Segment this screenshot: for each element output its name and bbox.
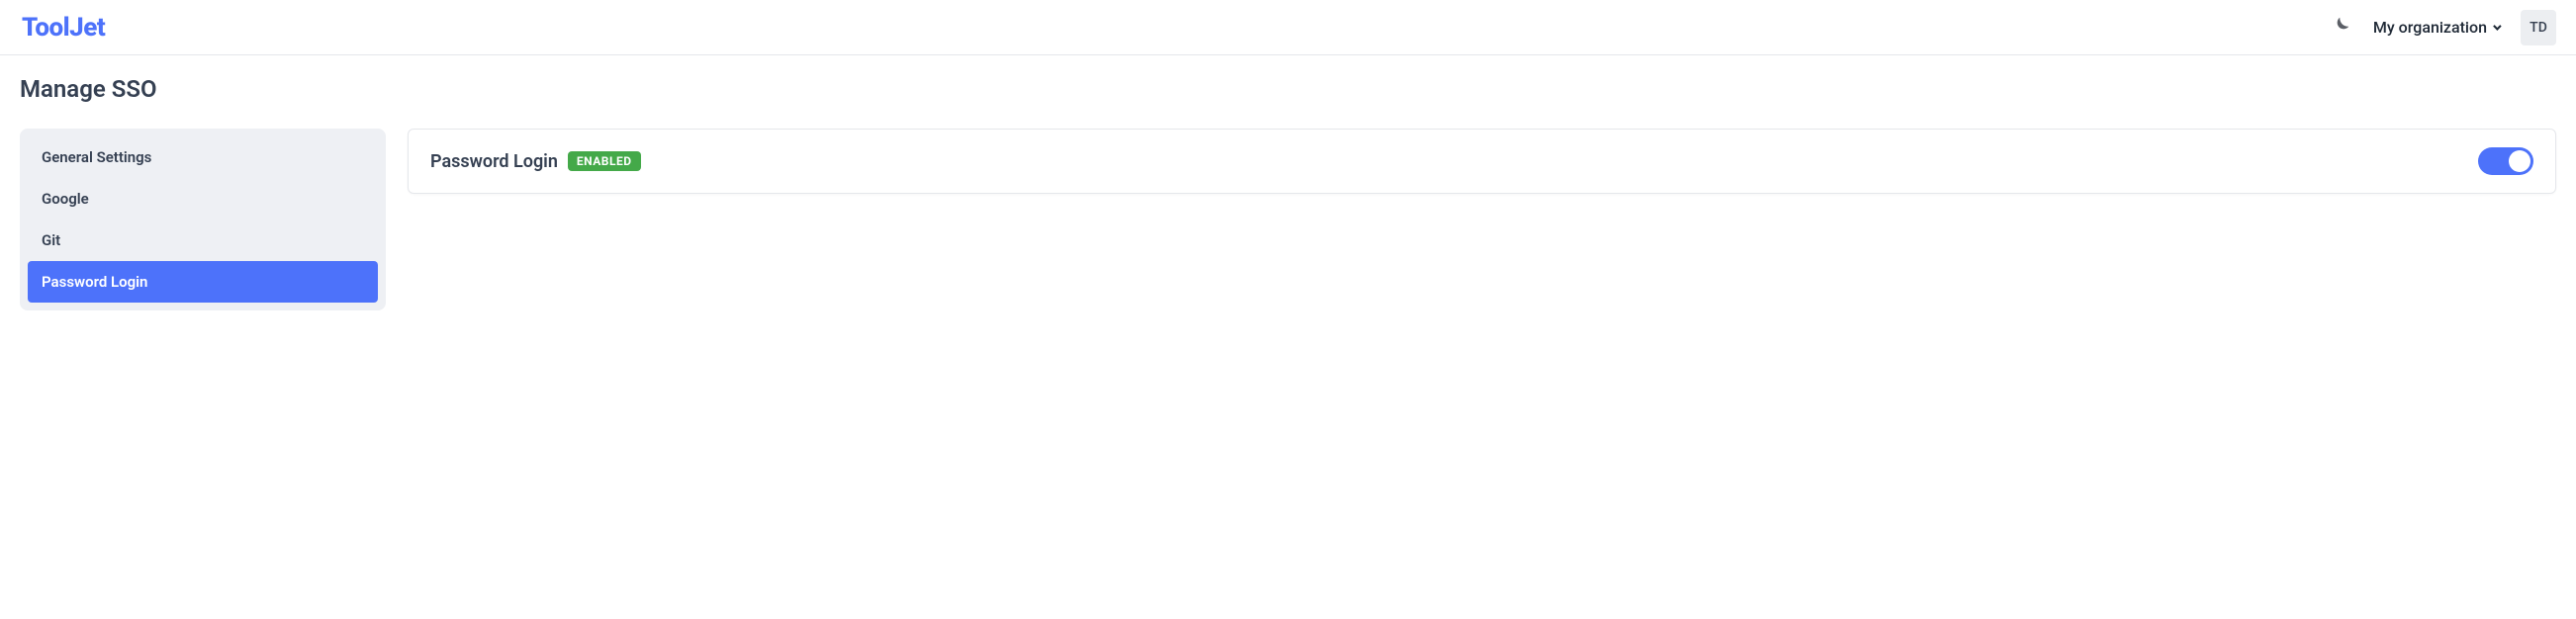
status-badge: ENABLED: [568, 151, 641, 171]
sidebar-item-password-login[interactable]: Password Login: [28, 261, 378, 303]
organization-dropdown[interactable]: My organization: [2373, 18, 2499, 37]
topbar: ToolJet My organization TD: [0, 0, 2576, 55]
card-left: Password Login ENABLED: [430, 151, 641, 172]
card-password-login: Password Login ENABLED: [408, 129, 2556, 194]
logo[interactable]: ToolJet: [22, 13, 105, 43]
chevron-down-icon: [2493, 22, 2501, 30]
toggle-knob: [2509, 150, 2530, 172]
page-title: Manage SSO: [20, 75, 2556, 103]
content: Manage SSO General Settings Google Git P…: [0, 55, 2576, 330]
sidebar-item-git[interactable]: Git: [28, 220, 378, 261]
organization-label: My organization: [2373, 18, 2487, 37]
sidebar-item-google[interactable]: Google: [28, 178, 378, 220]
avatar[interactable]: TD: [2521, 10, 2556, 45]
moon-icon[interactable]: [2330, 15, 2351, 41]
sidebar-item-general-settings[interactable]: General Settings: [28, 136, 378, 178]
sidebar: General Settings Google Git Password Log…: [20, 129, 386, 310]
topbar-right: My organization TD: [2330, 10, 2556, 45]
toggle-password-login[interactable]: [2478, 147, 2533, 175]
card-title: Password Login: [430, 151, 558, 172]
page-body: General Settings Google Git Password Log…: [20, 129, 2556, 310]
